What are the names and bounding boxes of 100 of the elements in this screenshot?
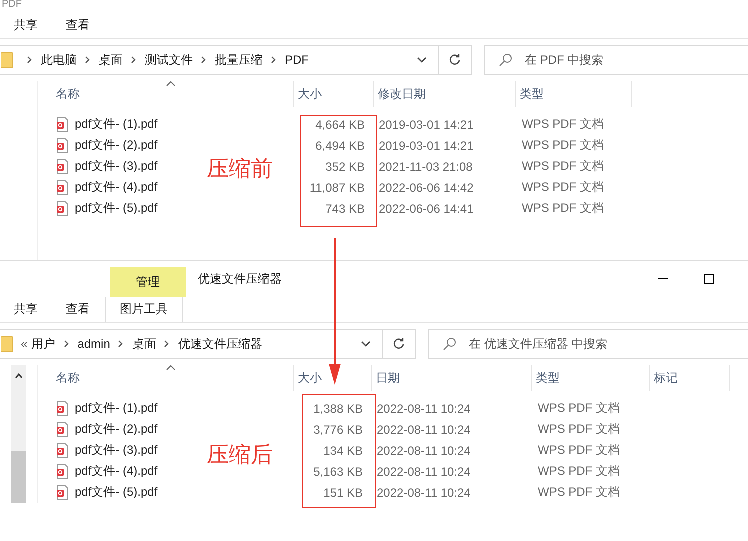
file-date: 2022-06-06 14:41: [378, 202, 475, 216]
chevron-icon: [118, 340, 124, 348]
file-date: 2022-08-11 10:24: [376, 464, 472, 478]
file-name[interactable]: pdf文件- (2).pdf: [57, 137, 158, 154]
ribbon-tab[interactable]: 查看: [52, 12, 104, 38]
file-name[interactable]: pdf文件- (4).pdf: [57, 463, 158, 480]
breadcrumb-item[interactable]: 测试文件: [145, 52, 193, 68]
file-size: 743 KB: [324, 202, 366, 216]
file-date: 2019-03-01 14:21: [378, 138, 475, 152]
file-name[interactable]: pdf文件- (3).pdf: [57, 442, 158, 459]
breadcrumb-item[interactable]: 批量压缩: [215, 52, 263, 68]
scrollbar[interactable]: [11, 365, 26, 503]
file-date: 2021-11-03 21:08: [378, 160, 474, 174]
file-type: WPS PDF 文档: [537, 400, 622, 417]
refresh-icon: [393, 338, 405, 350]
file-size: 1,388 KB: [312, 402, 364, 416]
chevron-icon: [27, 56, 33, 64]
chevron-icon: [164, 340, 170, 348]
file-size: 3,776 KB: [312, 422, 364, 436]
pdf-file-icon: [57, 180, 69, 195]
refresh-icon: [449, 54, 461, 66]
file-date: 2022-08-11 10:24: [376, 402, 472, 416]
file-date: 2022-06-06 14:42: [378, 180, 475, 194]
sort-caret-icon: [166, 365, 176, 371]
pdf-file-icon: [57, 401, 69, 416]
sort-caret-icon: [166, 81, 176, 87]
window-title: PDF: [1, 0, 23, 12]
file-type: WPS PDF 文档: [521, 137, 606, 154]
annotation-label: 压缩前: [207, 155, 273, 183]
pdf-file-icon: [57, 422, 69, 437]
breadcrumb-item[interactable]: admin: [78, 337, 110, 351]
folder-icon: [1, 336, 13, 352]
file-name[interactable]: pdf文件- (5).pdf: [57, 200, 158, 217]
breadcrumb-item[interactable]: 此电脑: [41, 52, 77, 68]
file-type: WPS PDF 文档: [537, 442, 622, 459]
file-size: 6,494 KB: [314, 138, 366, 152]
search-field[interactable]: 在 PDF 中搜索: [484, 45, 748, 75]
file-name[interactable]: pdf文件- (1).pdf: [57, 116, 158, 133]
address-bar[interactable]: 此电脑 桌面 测试文件 批量压缩 PDF: [0, 45, 472, 75]
file-type: WPS PDF 文档: [537, 421, 622, 438]
file-name[interactable]: pdf文件- (3).pdf: [57, 158, 158, 175]
address-bar[interactable]: « 用户 admin 桌面 优速文件压缩器: [0, 329, 416, 359]
chevron-icon: [271, 56, 277, 64]
file-type: WPS PDF 文档: [521, 200, 606, 217]
pdf-file-icon: [57, 464, 69, 479]
file-date: 2022-08-11 10:24: [376, 444, 472, 458]
column-header[interactable]: 名称: [38, 365, 294, 391]
file-name[interactable]: pdf文件- (5).pdf: [57, 484, 158, 501]
breadcrumb-item[interactable]: 桌面: [99, 52, 123, 68]
column-header[interactable]: 日期: [372, 365, 532, 391]
chevron-icon: [85, 56, 91, 64]
pdf-file-icon: [57, 159, 69, 174]
pdf-file-icon: [57, 443, 69, 458]
annotation-label: 压缩后: [207, 441, 273, 469]
file-date: 2022-08-11 10:24: [376, 422, 472, 436]
pdf-file-icon: [57, 117, 69, 132]
breadcrumb-item[interactable]: PDF: [285, 53, 309, 67]
breadcrumb-overflow[interactable]: «: [21, 337, 28, 351]
pdf-file-icon: [57, 201, 69, 216]
file-type: WPS PDF 文档: [521, 158, 606, 175]
file-name[interactable]: pdf文件- (1).pdf: [57, 400, 158, 417]
breadcrumb-item[interactable]: 用户: [32, 336, 56, 352]
breadcrumb-item[interactable]: 优速文件压缩器: [178, 336, 262, 352]
file-size: 5,163 KB: [312, 464, 364, 478]
search-icon: [443, 337, 457, 351]
file-type: WPS PDF 文档: [521, 116, 606, 133]
chevron-down-icon: [361, 341, 371, 347]
file-size: 134 KB: [322, 444, 364, 458]
file-name[interactable]: pdf文件- (2).pdf: [57, 421, 158, 438]
minimize-icon: [658, 278, 668, 280]
column-header[interactable]: 标记: [650, 365, 730, 391]
file-type: WPS PDF 文档: [537, 484, 622, 501]
pdf-file-icon: [57, 485, 69, 500]
column-header[interactable]: 类型: [532, 365, 650, 391]
column-header[interactable]: 大小: [294, 81, 374, 107]
chevron-icon: [64, 340, 70, 348]
breadcrumb-item[interactable]: 桌面: [132, 336, 156, 352]
ribbon-tab[interactable]: 共享: [0, 297, 52, 322]
chevron-down-icon: [417, 57, 427, 63]
column-header[interactable]: 修改日期: [374, 81, 516, 107]
search-icon: [499, 53, 513, 67]
file-type: WPS PDF 文档: [521, 179, 606, 196]
file-size: 4,664 KB: [314, 118, 366, 132]
column-header[interactable]: 类型: [516, 81, 632, 107]
pdf-file-icon: [57, 138, 69, 153]
ribbon-tab[interactable]: 查看: [52, 297, 104, 322]
search-field[interactable]: 在 优速文件压缩器 中搜索: [428, 329, 748, 359]
scroll-up-icon: [14, 373, 22, 379]
context-tab-group: 管理: [110, 267, 186, 297]
window-title: 优速文件压缩器: [198, 270, 282, 288]
file-size: 11,087 KB: [308, 180, 366, 194]
file-size: 352 KB: [324, 160, 366, 174]
chevron-icon: [201, 56, 207, 64]
column-header[interactable]: 名称: [38, 81, 294, 107]
file-type: WPS PDF 文档: [537, 463, 622, 480]
ribbon-tab[interactable]: 共享: [0, 12, 52, 38]
file-name[interactable]: pdf文件- (4).pdf: [57, 179, 158, 196]
folder-icon: [1, 52, 13, 68]
file-size: 151 KB: [322, 486, 364, 500]
file-date: 2022-08-11 10:24: [376, 486, 472, 500]
